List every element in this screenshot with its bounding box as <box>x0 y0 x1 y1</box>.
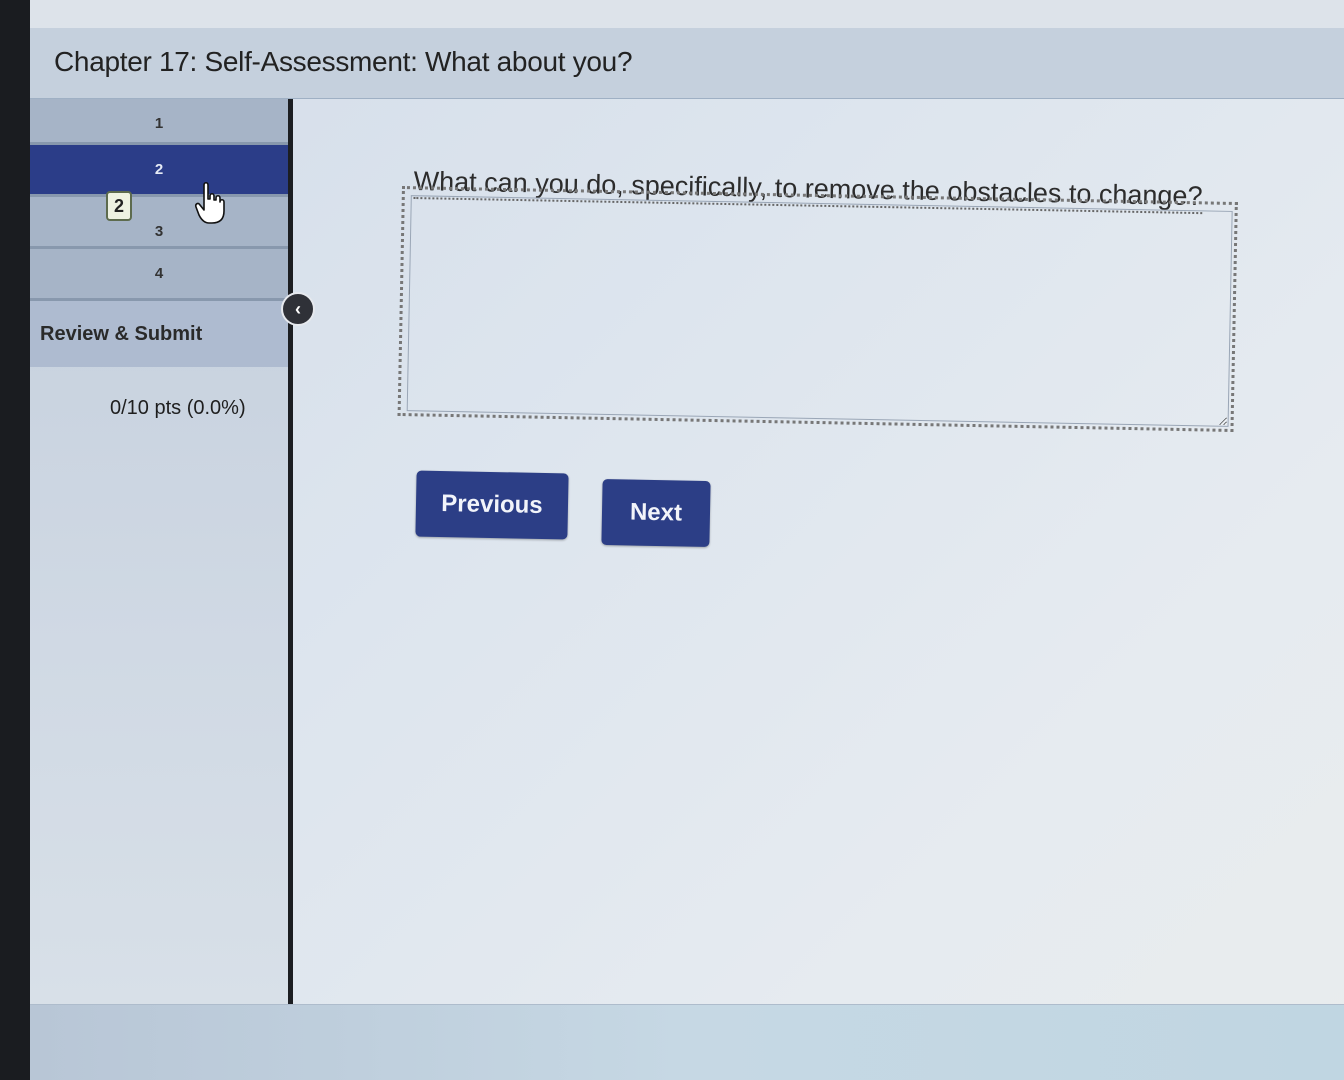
question-number: 4 <box>154 265 164 282</box>
question-number: 3 <box>154 223 164 240</box>
hand-cursor-icon <box>195 181 225 224</box>
top-strip <box>30 0 1344 29</box>
review-submit-item[interactable]: Review & Submit <box>30 301 288 367</box>
previous-button[interactable]: Previous <box>415 470 569 540</box>
question-number: 1 <box>154 115 164 132</box>
page-title: Chapter 17: Self-Assessment: What about … <box>54 46 633 77</box>
page-header: Chapter 17: Self-Assessment: What about … <box>30 28 1344 99</box>
sidebar-item-question-1[interactable]: 1 <box>30 99 288 145</box>
next-button[interactable]: Next <box>601 478 711 548</box>
question-sidebar: 1 2 3 4 Review & Submit 0/10 pts (0.0%) … <box>30 99 293 1014</box>
sidebar-item-question-2[interactable]: 2 <box>30 145 288 197</box>
current-question-badge: 2 <box>106 191 132 221</box>
screen: Chapter 17: Self-Assessment: What about … <box>30 0 1344 1080</box>
sidebar-item-question-3[interactable]: 3 <box>30 197 288 249</box>
review-submit-label: Review & Submit <box>40 323 203 345</box>
bottom-bar <box>30 1004 1344 1080</box>
score-text: 0/10 pts (0.0%) <box>110 397 246 419</box>
chevron-left-icon[interactable]: ‹ <box>281 292 315 326</box>
answer-textarea[interactable] <box>406 195 1233 427</box>
answer-box <box>397 186 1238 433</box>
sidebar-item-question-4[interactable]: 4 <box>30 249 288 301</box>
question-number: 2 <box>154 161 164 178</box>
